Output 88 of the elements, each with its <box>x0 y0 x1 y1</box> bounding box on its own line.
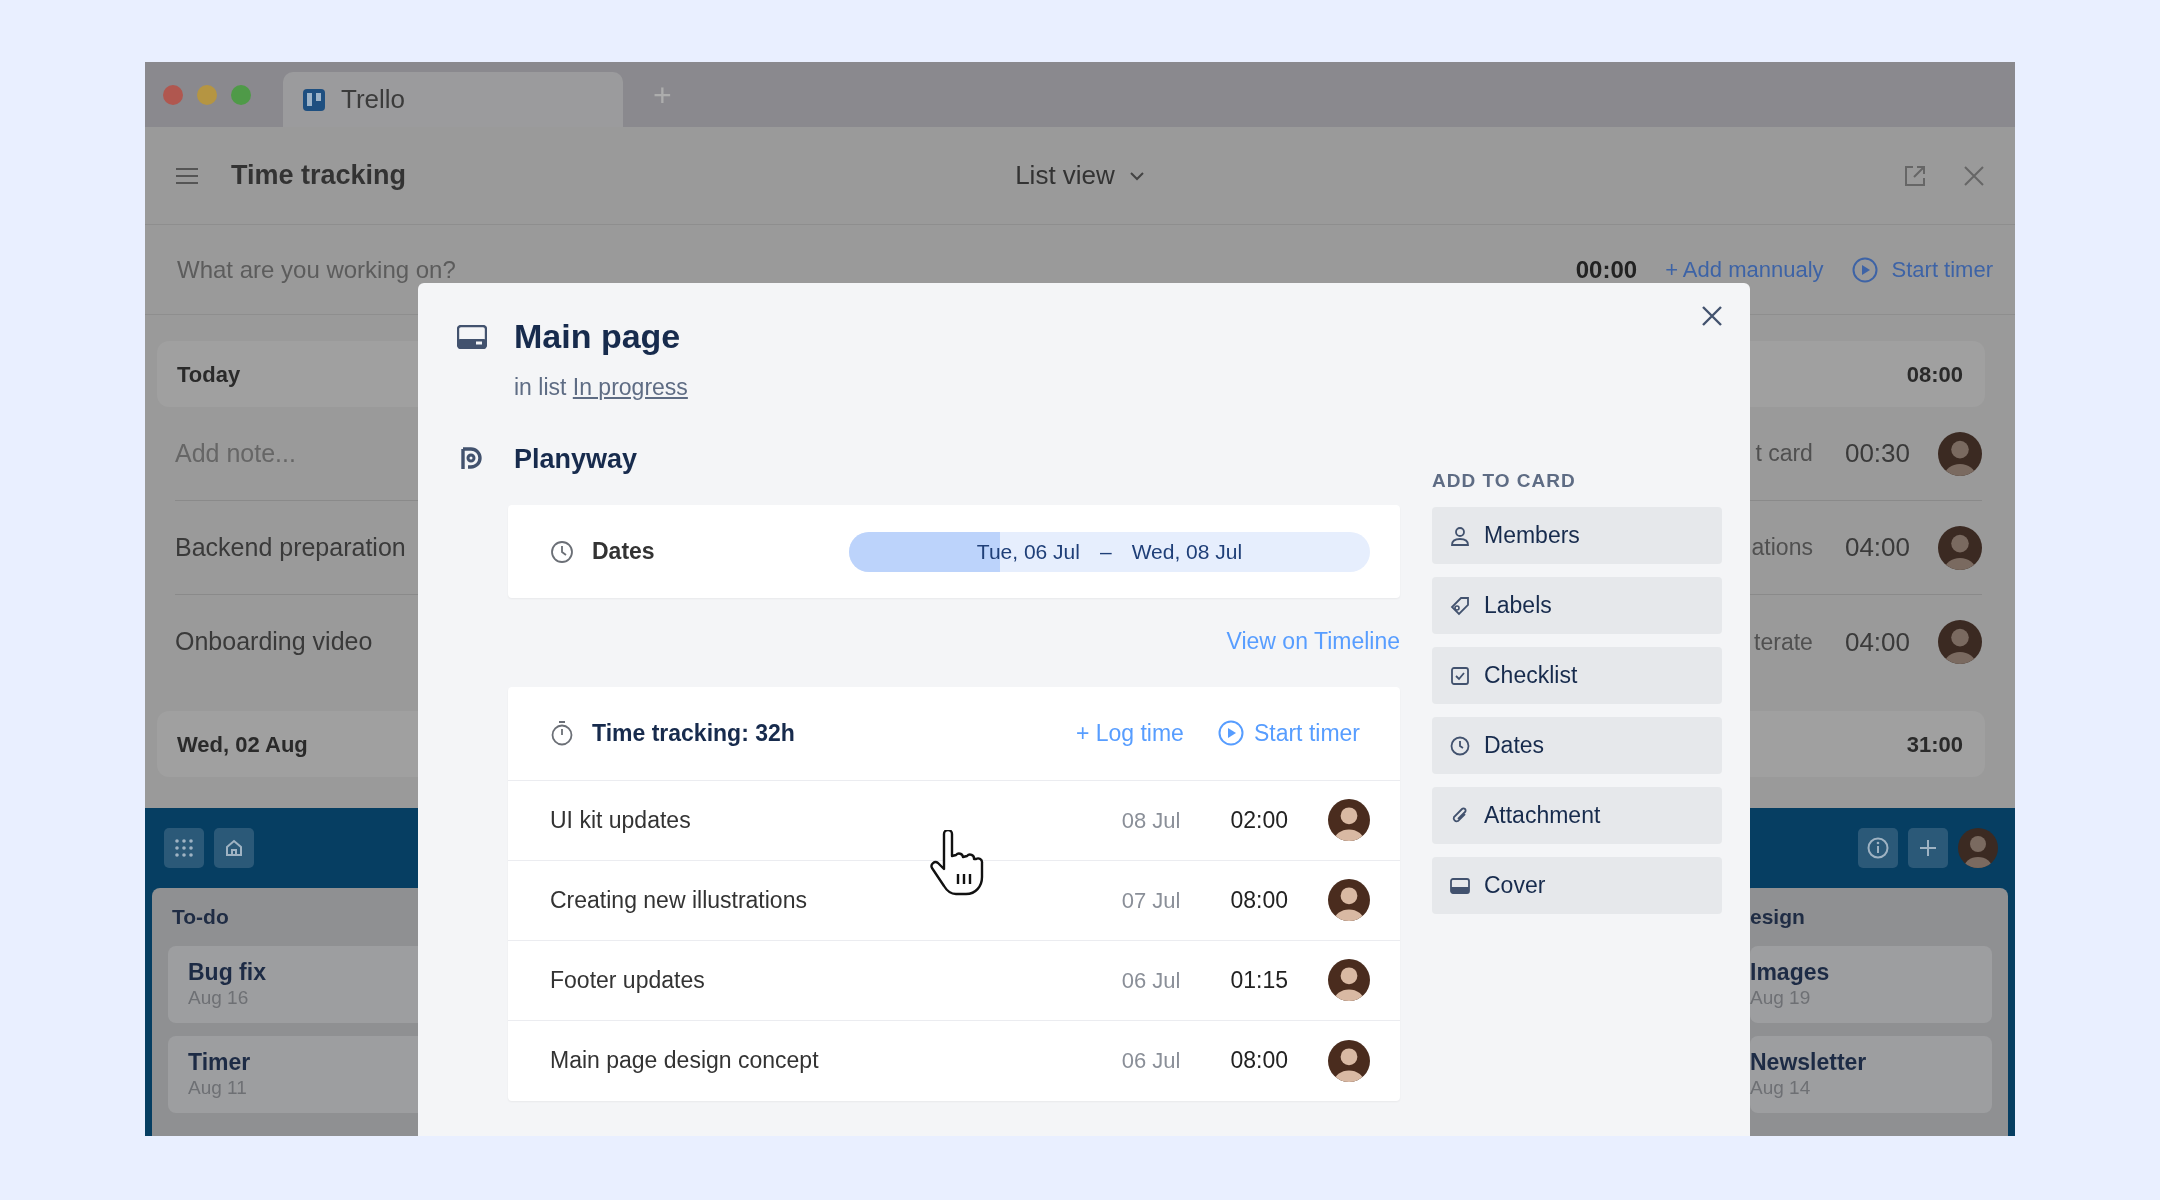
card-icon <box>457 324 487 349</box>
time-tracking-title: Time tracking: 32h <box>592 718 795 748</box>
entry-duration: 04:00 <box>1844 625 1910 659</box>
page-title: Time tracking <box>231 159 407 193</box>
plus-icon <box>1918 838 1938 858</box>
entry-date: 06 Jul <box>1121 966 1181 995</box>
day-total: 31:00 <box>1906 730 1963 759</box>
entry-description: Onboarding video <box>175 626 373 658</box>
entry-date: 07 Jul <box>1121 886 1181 915</box>
menu-icon[interactable] <box>175 165 199 186</box>
card-title: Timer <box>188 1049 252 1077</box>
home-button[interactable] <box>214 828 254 868</box>
tag-icon <box>1450 595 1470 616</box>
entry-duration: 01:15 <box>1230 965 1288 995</box>
board-logo-icon <box>303 88 325 111</box>
add-to-card-button[interactable]: Labels <box>1432 577 1722 634</box>
date-separator: – <box>1099 538 1112 565</box>
window-close-button[interactable] <box>163 84 183 105</box>
add-to-card-button[interactable]: Checklist <box>1432 647 1722 704</box>
start-timer-link[interactable]: Start timer <box>1217 715 1360 751</box>
view-dropdown[interactable]: List view <box>1015 156 1145 195</box>
clock-icon <box>1450 735 1470 756</box>
entry-duration: 04:00 <box>1844 531 1910 564</box>
day-label: Today <box>177 360 241 389</box>
entry-date: 06 Jul <box>1121 1047 1181 1075</box>
list-title: To-do <box>171 904 230 931</box>
stopwatch-icon <box>550 720 574 746</box>
card-title: Newsletter <box>1750 1049 1868 1077</box>
entry-task: ations <box>1751 533 1813 563</box>
checkbox-icon <box>1450 665 1470 686</box>
list-title: esign <box>1750 904 1806 931</box>
entry-date: 08 Jul <box>1121 806 1181 835</box>
caret-icon <box>1128 170 1145 181</box>
list-link[interactable]: In progress <box>572 374 688 400</box>
entry-description: Backend preparation <box>175 531 406 563</box>
external-link-icon[interactable] <box>1903 163 1927 188</box>
close-icon[interactable] <box>1963 164 1985 187</box>
clock-icon <box>550 539 574 564</box>
entry-task: UI kit updates <box>550 805 691 835</box>
add-button[interactable] <box>1908 828 1948 868</box>
add-to-card-heading: ADD TO CARD <box>1432 468 1577 493</box>
section-title: Planyway <box>514 442 638 476</box>
date-range-bar[interactable]: Tue, 06 Jul – Wed, 08 Jul <box>849 531 1370 572</box>
close-button[interactable] <box>1700 303 1724 328</box>
entry-duration: 08:00 <box>1230 885 1288 915</box>
entry-duration: 00:30 <box>1844 437 1910 470</box>
log-time-link[interactable]: + Log time <box>1075 715 1184 751</box>
add-to-card-button[interactable]: Attachment <box>1432 787 1722 844</box>
card-title: Main page <box>514 316 681 357</box>
day-label: Wed, 02 Aug <box>177 730 308 759</box>
time-entry-row[interactable]: Footer updates 06 Jul 01:15 <box>508 940 1400 1021</box>
avatar <box>1328 799 1370 841</box>
dates-label: Dates <box>592 537 655 567</box>
entry-duration: 08:00 <box>1230 1046 1288 1076</box>
task-input-field[interactable]: What are you working on? <box>175 250 1576 289</box>
entry-task: Creating new illustrations <box>550 885 807 915</box>
play-icon <box>1217 720 1244 746</box>
avatar <box>1958 828 1998 868</box>
card-title: Images <box>1750 959 1831 987</box>
info-icon <box>1867 837 1889 859</box>
add-to-card-button[interactable]: Dates <box>1432 717 1722 774</box>
hand-cursor-icon <box>928 830 984 896</box>
grid-icon <box>175 839 193 857</box>
add-to-card-button[interactable]: Cover <box>1432 857 1722 914</box>
avatar <box>1938 431 1982 476</box>
avatar <box>1328 959 1370 1001</box>
play-icon <box>1851 256 1878 283</box>
card-title: Bug fix <box>188 959 267 987</box>
person-icon <box>1450 525 1470 546</box>
add-to-card-button[interactable]: Members <box>1432 507 1722 564</box>
day-total: 08:00 <box>1906 360 1963 389</box>
entry-duration: 02:00 <box>1230 805 1288 835</box>
card-icon <box>1450 875 1470 896</box>
entry-task: terate <box>1754 627 1813 657</box>
entry-task: t card <box>1755 439 1813 469</box>
tab-title: Trello <box>341 83 406 116</box>
start-date: Tue, 06 Jul <box>976 538 1080 565</box>
avatar <box>1328 879 1370 921</box>
browser-tab[interactable]: Trello <box>283 72 623 127</box>
avatar <box>1328 1039 1370 1082</box>
list-location: in list In progress <box>514 373 689 402</box>
timer-display: 00:00 <box>1575 254 1638 285</box>
apps-button[interactable] <box>164 828 204 868</box>
home-icon <box>224 838 244 858</box>
avatar <box>1938 525 1982 570</box>
end-date: Wed, 08 Jul <box>1131 538 1243 565</box>
info-button[interactable] <box>1858 828 1898 868</box>
avatar <box>1938 620 1982 664</box>
